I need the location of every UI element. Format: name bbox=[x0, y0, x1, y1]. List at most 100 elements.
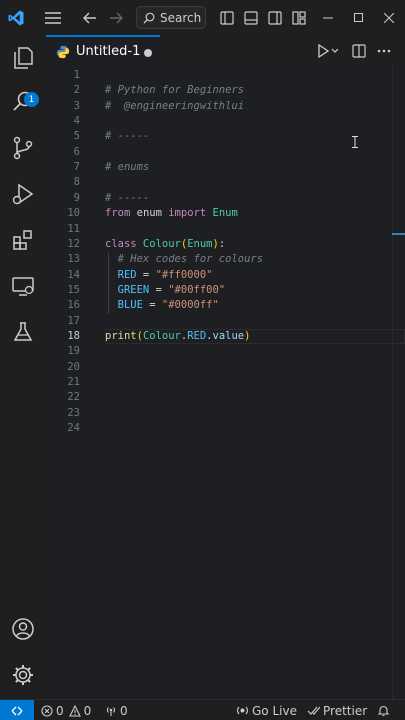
code-token: "#00ff00" bbox=[168, 283, 226, 296]
code-line[interactable]: 13 # Hex codes for colours bbox=[46, 252, 405, 267]
close-window-icon[interactable] bbox=[379, 0, 399, 35]
code-line[interactable]: 10 from enum import Enum bbox=[46, 206, 405, 221]
warning-icon bbox=[68, 704, 81, 717]
line-number: 20 bbox=[67, 360, 80, 373]
line-number: 1 bbox=[73, 69, 80, 81]
code-token: class bbox=[105, 237, 137, 250]
code-token: value bbox=[212, 329, 245, 342]
go-live-button[interactable]: Go Live bbox=[236, 700, 297, 720]
code-line[interactable]: 12 class Colour(Enum): bbox=[46, 237, 405, 252]
code-line[interactable]: 15 GREEN = "#00ff00" bbox=[46, 283, 405, 298]
title-bar: Search bbox=[0, 0, 405, 35]
prettier-button[interactable]: Prettier bbox=[307, 700, 367, 720]
run-and-debug-icon[interactable] bbox=[0, 171, 46, 217]
code-line[interactable]: 20 bbox=[46, 360, 405, 375]
code-line[interactable]: 1 bbox=[46, 68, 405, 83]
code-token: BLUE bbox=[105, 299, 143, 312]
code-editor[interactable]: 1 2 # Python for Beginners 3 # @engineeringw… bbox=[46, 66, 405, 699]
settings-gear-icon[interactable] bbox=[0, 652, 46, 698]
code-line[interactable]: 9 # ----- bbox=[46, 191, 405, 206]
code-token: # enums bbox=[105, 161, 150, 174]
code-token: ) bbox=[244, 329, 251, 342]
code-line[interactable]: 16 BLUE = "#0000ff" bbox=[46, 298, 405, 313]
extensions-icon[interactable] bbox=[0, 217, 46, 263]
remote-indicator-button[interactable] bbox=[0, 700, 34, 720]
line-text: # Hex codes for colours bbox=[105, 252, 263, 267]
menu-icon[interactable] bbox=[42, 0, 64, 35]
line-number: 4 bbox=[73, 115, 80, 128]
code-line[interactable]: 3 # @engineeringwithlui bbox=[46, 99, 405, 114]
code-line[interactable]: 22 bbox=[46, 390, 405, 405]
code-line[interactable]: 4 bbox=[46, 114, 405, 129]
code-token: RED bbox=[105, 268, 137, 281]
code-line[interactable]: 24 bbox=[46, 421, 405, 436]
line-number: 17 bbox=[67, 314, 80, 327]
tab-title: Untitled-1 bbox=[76, 44, 141, 59]
code-token: Colour bbox=[136, 237, 181, 250]
run-python-file-button[interactable] bbox=[312, 35, 342, 66]
testing-icon[interactable] bbox=[0, 309, 46, 355]
code-token: "#ff0000" bbox=[155, 268, 213, 281]
warning-count: 0 bbox=[83, 703, 92, 718]
line-number: 6 bbox=[73, 145, 80, 158]
more-actions-icon[interactable] bbox=[373, 35, 395, 66]
code-token: Enum bbox=[206, 207, 238, 220]
code-line[interactable]: 17 bbox=[46, 314, 405, 329]
code-token: = bbox=[136, 268, 156, 281]
code-token: Colour bbox=[142, 329, 181, 342]
code-token: # ----- bbox=[105, 191, 150, 204]
search-icon bbox=[143, 12, 155, 23]
toggle-secondary-sidebar-icon[interactable] bbox=[265, 0, 285, 35]
command-center-search[interactable]: Search bbox=[136, 6, 206, 29]
accounts-icon[interactable] bbox=[0, 606, 46, 652]
line-number: 10 bbox=[67, 207, 80, 220]
toggle-primary-sidebar-icon[interactable] bbox=[217, 0, 237, 35]
line-text: # ----- bbox=[105, 191, 149, 206]
explorer-icon[interactable] bbox=[0, 35, 46, 81]
text-cursor-icon bbox=[352, 133, 358, 148]
scrollbar-cursor-marker bbox=[392, 233, 405, 235]
customize-layout-icon[interactable] bbox=[289, 0, 309, 35]
tab-untitled-1[interactable]: Untitled-1 bbox=[46, 35, 160, 66]
forward-arrow-icon[interactable] bbox=[106, 0, 126, 35]
line-number: 22 bbox=[67, 391, 80, 404]
toggle-panel-icon[interactable] bbox=[241, 0, 261, 35]
code-line[interactable]: 7 # enums bbox=[46, 160, 405, 175]
code-line[interactable]: 14 RED = "#ff0000" bbox=[46, 268, 405, 283]
code-line[interactable]: 11 bbox=[46, 222, 405, 237]
line-text: # @engineeringwithlui bbox=[105, 99, 244, 114]
minimize-icon[interactable] bbox=[318, 0, 338, 35]
code-token: Enum bbox=[187, 237, 213, 250]
problems-button[interactable]: 0 0 bbox=[41, 700, 91, 720]
line-text: # Python for Beginners bbox=[105, 83, 244, 98]
code-token: # Python for Beginners bbox=[105, 84, 245, 97]
ports-button[interactable]: 0 bbox=[105, 700, 128, 720]
code-line[interactable]: 23 bbox=[46, 406, 405, 421]
remote-explorer-icon[interactable] bbox=[0, 263, 46, 309]
code-token: enum bbox=[130, 207, 169, 220]
code-line[interactable]: 18 print(Colour.RED.value) bbox=[46, 328, 405, 345]
line-number: 11 bbox=[67, 222, 80, 235]
source-control-icon[interactable] bbox=[0, 125, 46, 171]
line-number: 14 bbox=[67, 268, 80, 281]
maximize-icon[interactable] bbox=[349, 0, 369, 35]
split-editor-icon[interactable] bbox=[348, 35, 370, 66]
line-text: from enum import Enum bbox=[105, 206, 238, 221]
prettier-label: Prettier bbox=[323, 703, 368, 718]
notifications-bell-icon[interactable] bbox=[377, 700, 393, 720]
unsaved-dot-icon[interactable] bbox=[144, 49, 152, 57]
code-line[interactable]: 8 bbox=[46, 175, 405, 190]
back-arrow-icon[interactable] bbox=[80, 0, 100, 35]
go-live-label: Go Live bbox=[252, 703, 297, 718]
search-view-icon[interactable] bbox=[0, 79, 46, 125]
python-file-icon bbox=[56, 45, 70, 58]
line-number: 16 bbox=[67, 299, 80, 312]
play-icon bbox=[318, 43, 338, 58]
broadcast-icon bbox=[106, 706, 116, 716]
code-line[interactable]: 2 # Python for Beginners bbox=[46, 83, 405, 98]
editor-scrollbar[interactable] bbox=[392, 66, 405, 699]
code-token: = bbox=[142, 299, 162, 312]
code-line[interactable]: 19 bbox=[46, 344, 405, 359]
code-line[interactable]: 21 bbox=[46, 375, 405, 390]
line-number: 2 bbox=[73, 84, 80, 97]
